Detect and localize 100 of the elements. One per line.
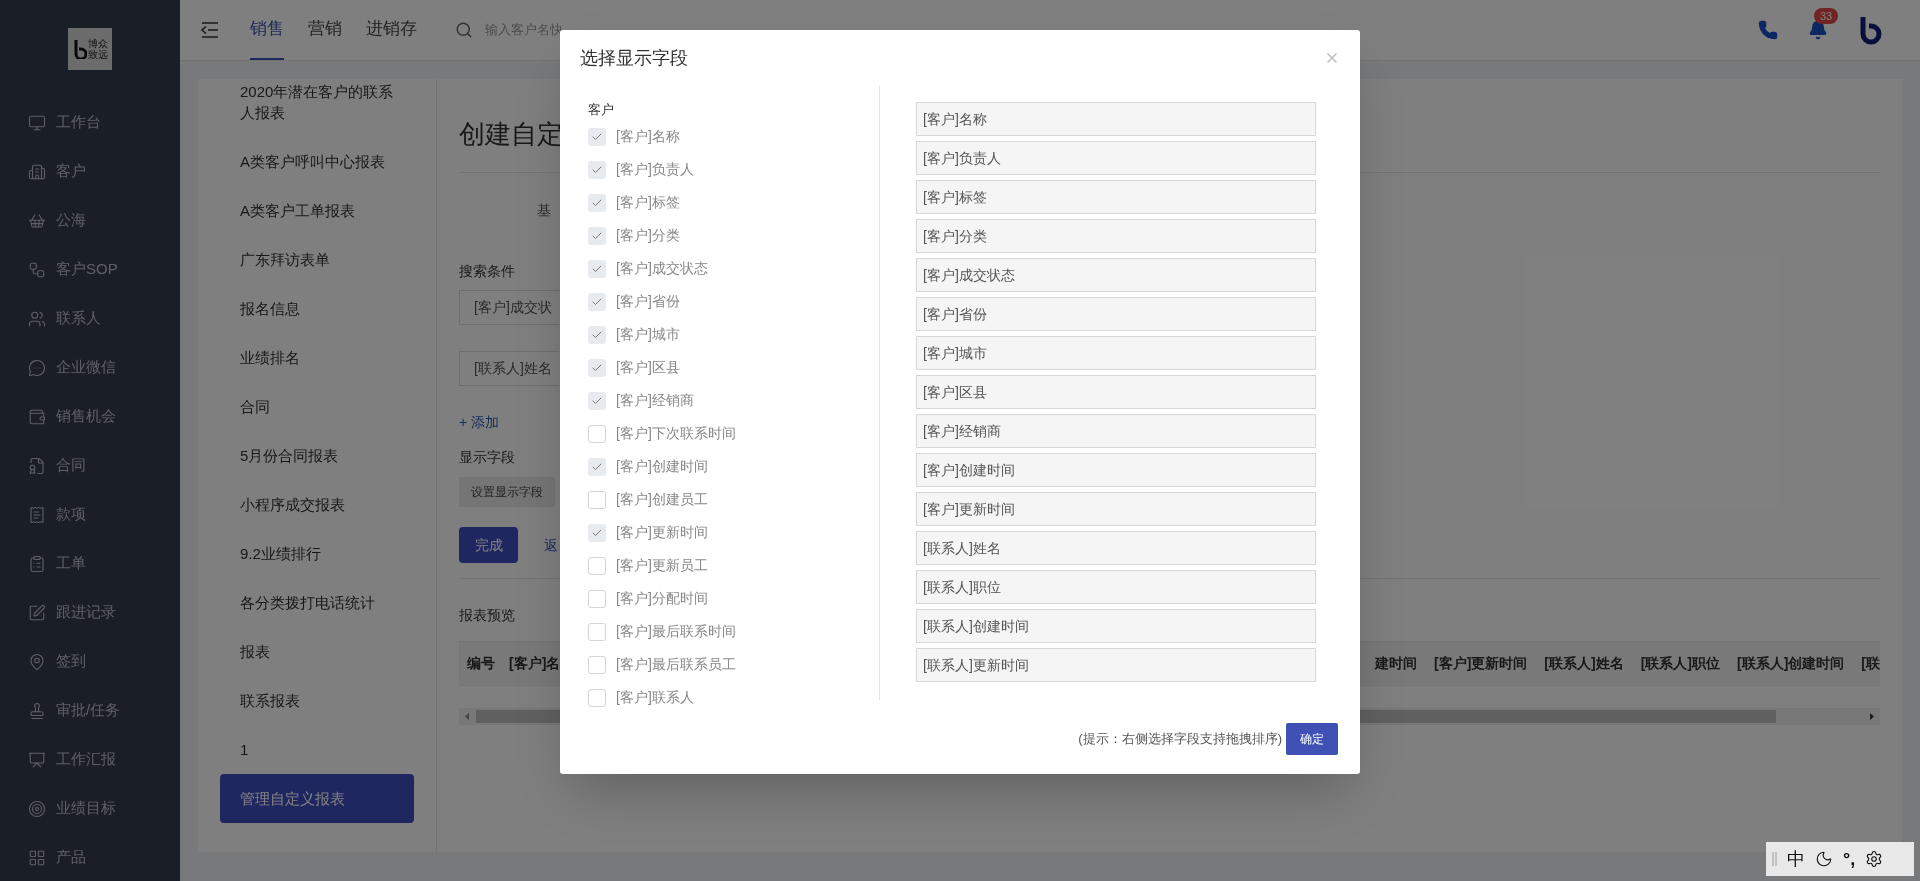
selected-field[interactable]: [客户]区县 [916, 375, 1316, 409]
done-button[interactable]: 完成 [459, 527, 518, 563]
form-tab[interactable]: 基 [537, 200, 557, 221]
report-item[interactable]: 报名信息 [198, 284, 436, 333]
checkbox[interactable] [588, 655, 606, 674]
selected-field[interactable]: [客户]省份 [916, 297, 1316, 331]
menu-fold-icon[interactable] [200, 22, 220, 38]
field-option[interactable]: [客户]标签 [588, 186, 879, 219]
checkbox[interactable] [588, 556, 606, 575]
phone-icon[interactable] [1758, 20, 1778, 40]
field-option[interactable]: [客户]创建员工 [588, 483, 879, 516]
report-item[interactable]: 联系报表 [198, 676, 436, 725]
field-option[interactable]: [客户]更新员工 [588, 549, 879, 582]
report-item[interactable]: 各分类拨打电话统计 [198, 578, 436, 627]
checkbox[interactable] [588, 193, 606, 212]
nav-item[interactable]: 客户 [0, 147, 180, 196]
report-item[interactable]: 管理自定义报表 [220, 774, 414, 823]
report-item[interactable]: 广东拜访表单 [198, 235, 436, 284]
checkbox[interactable] [588, 325, 606, 344]
field-option[interactable]: [客户]分类 [588, 219, 879, 252]
report-item[interactable]: 业绩排名 [198, 333, 436, 382]
nav-tab[interactable]: 进销存 [366, 0, 417, 60]
checkbox[interactable] [588, 226, 606, 245]
nav-item[interactable]: 销售机会 [0, 392, 180, 441]
nav-item[interactable]: 公海 [0, 196, 180, 245]
nav-item[interactable]: 产品 [0, 833, 180, 881]
field-option[interactable]: [客户]最后联系员工 [588, 648, 879, 681]
nav-item[interactable]: 企业微信 [0, 343, 180, 392]
field-option[interactable]: [客户]成交状态 [588, 252, 879, 285]
set-fields-button[interactable]: 设置显示字段 [459, 477, 555, 507]
condition-field[interactable]: [联系人]姓名 [459, 351, 559, 386]
back-link[interactable]: 返 [544, 534, 558, 556]
drag-handle-icon[interactable] [1772, 851, 1777, 867]
checkbox[interactable] [588, 589, 606, 608]
nav-item[interactable]: 客户SOP [0, 245, 180, 294]
moon-icon[interactable] [1815, 850, 1833, 868]
field-option[interactable]: [客户]名称 [588, 120, 879, 153]
nav-item[interactable]: 联系人 [0, 294, 180, 343]
checkbox[interactable] [588, 688, 606, 707]
checkbox[interactable] [588, 160, 606, 179]
bell-icon[interactable] [1808, 20, 1828, 40]
checkbox[interactable] [588, 523, 606, 542]
brand-logo[interactable] [1858, 15, 1882, 45]
report-item[interactable]: 合同 [198, 382, 436, 431]
nav-item[interactable]: 工作台 [0, 98, 180, 147]
ime-mode[interactable]: 中 [1787, 845, 1805, 873]
nav-item[interactable]: 款项 [0, 490, 180, 539]
field-option[interactable]: [客户]城市 [588, 318, 879, 351]
selected-field[interactable]: [客户]经销商 [916, 414, 1316, 448]
selected-field[interactable]: [联系人]创建时间 [916, 609, 1316, 643]
selected-field[interactable]: [客户]负责人 [916, 141, 1316, 175]
report-item[interactable]: 1 [198, 725, 436, 774]
checkbox[interactable] [588, 424, 606, 443]
report-item[interactable]: 小程序成交报表 [198, 480, 436, 529]
checkbox[interactable] [588, 457, 606, 476]
settings-icon[interactable] [1865, 850, 1884, 868]
field-option[interactable]: [客户]经销商 [588, 384, 879, 417]
selected-field[interactable]: [客户]成交状态 [916, 258, 1316, 292]
selected-field[interactable]: [联系人]职位 [916, 570, 1316, 604]
field-option[interactable]: [客户]负责人 [588, 153, 879, 186]
nav-tab[interactable]: 营销 [308, 0, 342, 60]
nav-item[interactable]: 工作汇报 [0, 735, 180, 784]
checkbox[interactable] [588, 259, 606, 278]
nav-item[interactable]: 跟进记录 [0, 588, 180, 637]
field-option[interactable]: [客户]最后联系时间 [588, 615, 879, 648]
field-option[interactable]: [客户]分配时间 [588, 582, 879, 615]
report-item[interactable]: A类客户呼叫中心报表 [198, 137, 436, 186]
punctuation-mode[interactable]: °, [1843, 845, 1856, 873]
field-option[interactable]: [客户]区县 [588, 351, 879, 384]
selected-field[interactable]: [客户]标签 [916, 180, 1316, 214]
selected-field[interactable]: [客户]城市 [916, 336, 1316, 370]
nav-item[interactable]: 合同 [0, 441, 180, 490]
report-item[interactable]: 9.2业绩排行 [198, 529, 436, 578]
selected-field[interactable]: [客户]名称 [916, 102, 1316, 136]
nav-item[interactable]: 业绩目标 [0, 784, 180, 833]
checkbox[interactable] [588, 391, 606, 410]
selected-field[interactable]: [联系人]更新时间 [916, 648, 1316, 682]
field-option[interactable]: [客户]联系人 [588, 681, 879, 714]
selected-field[interactable]: [联系人]姓名 [916, 531, 1316, 565]
nav-item[interactable]: 工单 [0, 539, 180, 588]
nav-item[interactable]: 审批/任务 [0, 686, 180, 735]
nav-item[interactable]: 签到 [0, 637, 180, 686]
field-option[interactable]: [客户]省份 [588, 285, 879, 318]
checkbox[interactable] [588, 292, 606, 311]
checkbox[interactable] [588, 490, 606, 509]
report-item[interactable]: 报表 [198, 627, 436, 676]
condition-field[interactable]: [客户]成交状 [459, 290, 559, 325]
report-item[interactable]: A类客户工单报表 [198, 186, 436, 235]
field-option[interactable]: [客户]创建时间 [588, 450, 879, 483]
add-link[interactable]: + 添加 [459, 412, 519, 433]
report-item[interactable]: 5月份合同报表 [198, 431, 436, 480]
field-option[interactable]: [客户]下次联系时间 [588, 417, 879, 450]
selected-field[interactable]: [客户]更新时间 [916, 492, 1316, 526]
checkbox[interactable] [588, 622, 606, 641]
selected-field[interactable]: [客户]创建时间 [916, 453, 1316, 487]
confirm-button[interactable]: 确定 [1286, 723, 1338, 755]
checkbox[interactable] [588, 127, 606, 146]
nav-tab[interactable]: 销售 [250, 0, 284, 60]
selected-field[interactable]: [客户]分类 [916, 219, 1316, 253]
checkbox[interactable] [588, 358, 606, 377]
